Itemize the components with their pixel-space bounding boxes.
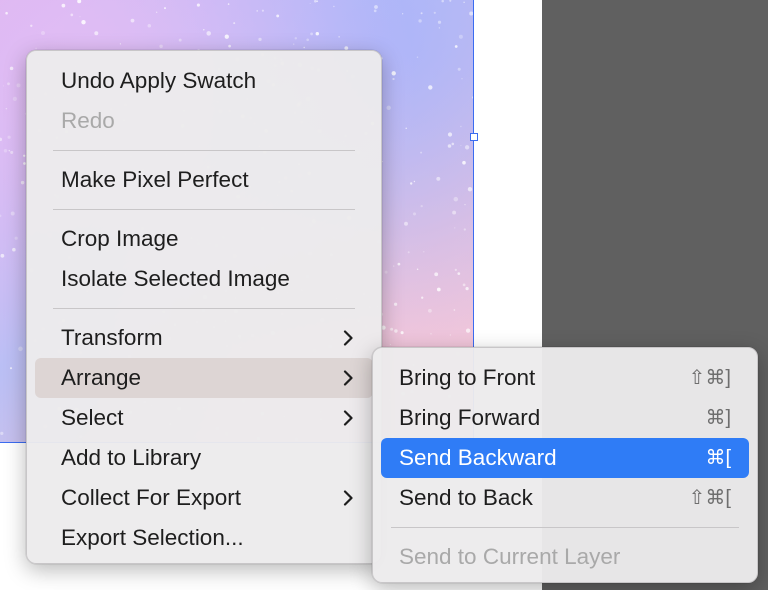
selection-handle-right[interactable]: [470, 133, 478, 141]
menu-item-label: Make Pixel Perfect: [61, 167, 249, 192]
menu-item-bring-forward[interactable]: Bring Forward ⌘]: [381, 398, 749, 438]
menu-item-label: Redo: [61, 108, 115, 133]
menu-item-arrange[interactable]: Arrange: [35, 358, 373, 398]
menu-item-label: Isolate Selected Image: [61, 266, 290, 291]
menu-item-transform[interactable]: Transform: [35, 318, 373, 358]
menu-item-add-to-library[interactable]: Add to Library: [35, 438, 373, 478]
menu-item-isolate-selected-image[interactable]: Isolate Selected Image: [35, 259, 373, 299]
menu-item-make-pixel-perfect[interactable]: Make Pixel Perfect: [35, 160, 373, 200]
menu-item-send-to-current-layer: Send to Current Layer: [381, 537, 749, 577]
menu-item-label: Arrange: [61, 365, 142, 390]
chevron-right-icon: [341, 358, 355, 398]
menu-item-label: Collect For Export: [61, 485, 242, 510]
menu-item-label: Bring Forward: [399, 405, 541, 430]
keyboard-shortcut: ⇧⌘]: [688, 367, 731, 389]
menu-item-collect-for-export[interactable]: Collect For Export: [35, 478, 373, 518]
menu-item-label: Add to Library: [61, 445, 202, 470]
menu-item-label: Select: [61, 405, 124, 430]
menu-item-label: Send to Back: [399, 485, 533, 510]
keyboard-shortcut: ⌘[: [705, 447, 731, 469]
menu-item-label: Crop Image: [61, 226, 179, 251]
menu-item-label: Send to Current Layer: [399, 544, 621, 569]
menu-item-label: Transform: [61, 325, 163, 350]
chevron-right-icon: [341, 398, 355, 438]
arrange-submenu: Bring to Front ⇧⌘] Bring Forward ⌘] Send…: [372, 347, 758, 583]
menu-separator: [53, 308, 355, 309]
menu-item-send-backward[interactable]: Send Backward ⌘[: [381, 438, 749, 478]
keyboard-shortcut: ⇧⌘[: [688, 487, 731, 509]
menu-item-undo-apply-swatch[interactable]: Undo Apply Swatch: [35, 61, 373, 101]
menu-separator: [53, 150, 355, 151]
menu-item-bring-to-front[interactable]: Bring to Front ⇧⌘]: [381, 358, 749, 398]
menu-item-send-to-back[interactable]: Send to Back ⇧⌘[: [381, 478, 749, 518]
menu-item-label: Export Selection...: [61, 525, 244, 550]
menu-item-crop-image[interactable]: Crop Image: [35, 219, 373, 259]
menu-item-redo: Redo: [35, 101, 373, 141]
menu-item-label: Undo Apply Swatch: [61, 68, 257, 93]
chevron-right-icon: [341, 478, 355, 518]
menu-item-label: Bring to Front: [399, 365, 536, 390]
menu-separator: [53, 209, 355, 210]
menu-separator: [391, 527, 739, 528]
keyboard-shortcut: ⌘]: [705, 407, 731, 429]
chevron-right-icon: [341, 318, 355, 358]
menu-item-export-selection[interactable]: Export Selection...: [35, 518, 373, 558]
context-menu: Undo Apply Swatch Redo Make Pixel Perfec…: [26, 50, 382, 564]
menu-item-select[interactable]: Select: [35, 398, 373, 438]
menu-item-label: Send Backward: [399, 445, 557, 470]
